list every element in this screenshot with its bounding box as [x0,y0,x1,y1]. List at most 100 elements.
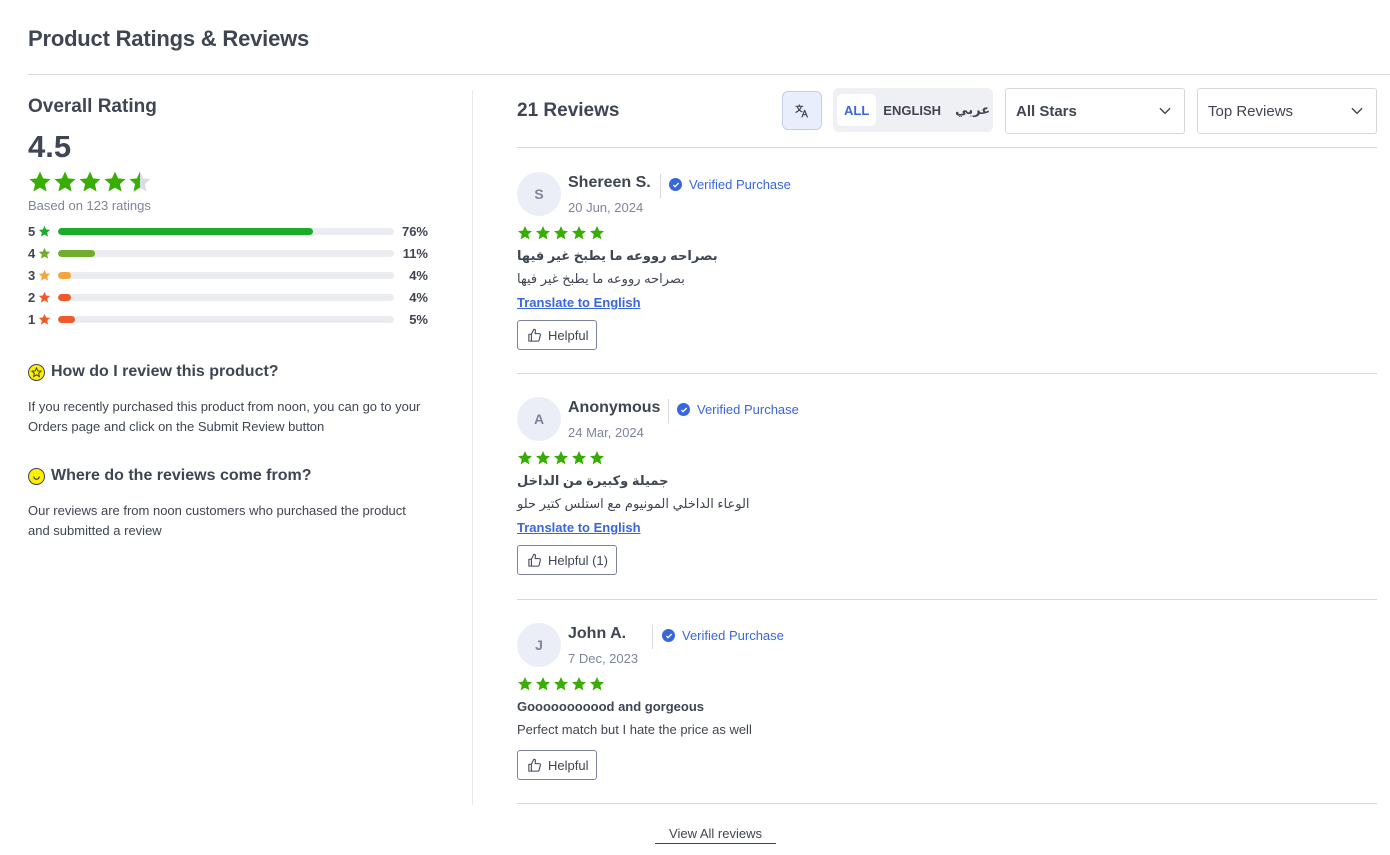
distribution-row-1[interactable]: 1 5% [28,308,438,330]
star-icon [554,451,568,465]
divider [517,803,1377,804]
star-icon [79,171,101,192]
star-icon [104,171,126,192]
distribution-percent: 4% [409,267,428,283]
distribution-bar-fill [58,227,314,235]
helpful-label: Helpful [548,327,589,343]
divider [517,373,1377,374]
distribution-bar-fill [58,315,75,323]
verified-label: Verified Purchase [689,177,791,192]
star-face-icon [28,363,45,381]
helpful-button[interactable]: Helpful [517,320,598,350]
faq-question: How do I review this product? [51,363,279,380]
star-icon [518,451,532,465]
star-icon [38,224,58,238]
star-icon [38,312,58,326]
distribution-row-5[interactable]: 5 76% [28,220,438,242]
verified-purchase-badge: Verified Purchase [669,177,791,192]
translate-toggle-button[interactable] [782,91,822,130]
language-filter: ALL ENGLISH عربي [833,88,993,132]
distribution-bar [58,227,394,235]
distribution-row-2[interactable]: 2 4% [28,286,438,308]
helpful-label: Helpful [548,757,589,773]
rating-distribution: 5 76% 4 11% 3 4% 2 4% 1 5% [28,220,438,330]
faq-question: Where do the reviews come from? [51,467,312,484]
review-date: 24 Mar, 2024 [568,425,644,440]
distribution-row-4[interactable]: 4 11% [28,242,438,264]
thumbs-up-icon [528,328,541,342]
chevron-down-icon [1351,107,1363,115]
avatar: J [517,623,561,667]
overall-score: 4.5 [28,129,72,164]
star-icon [536,226,550,240]
distribution-bar [58,293,394,301]
verified-purchase-badge: Verified Purchase [662,628,784,643]
divider [660,174,661,198]
star-icon [572,677,586,691]
review-author: John A. [568,625,627,642]
star-icon [518,677,532,691]
view-all-reviews-link[interactable]: View All reviews [655,826,776,844]
overall-stars [28,170,438,194]
translate-link[interactable]: Translate to English [517,520,641,535]
smiley-icon [28,467,45,485]
review-body: الوعاء الداخلي المونيوم مع استلس كتير حل… [517,496,750,511]
overall-rating-panel: Overall Rating 4.5 Based on 123 ratings … [28,96,438,541]
translate-icon [795,103,808,118]
language-english-tab[interactable]: ENGLISH [876,94,948,126]
star-icon [572,226,586,240]
review-title: جميلة وكبيرة من الداخل [517,473,669,488]
distribution-bar-fill [58,271,72,279]
review-card: A Anonymous Verified Purchase 24 Mar, 20… [517,397,1377,597]
distribution-bar-fill [58,293,72,301]
verified-label: Verified Purchase [697,402,799,417]
verified-purchase-badge: Verified Purchase [677,402,799,417]
chevron-down-icon [1159,107,1171,115]
review-body: بصراحه رووعه ما يطبخ غير فيها [517,271,685,286]
helpful-button[interactable]: Helpful (1) [517,545,617,575]
page-title: Product Ratings & Reviews [28,26,310,51]
distribution-bar [58,315,394,323]
column-divider [472,90,473,805]
star-icon [536,451,550,465]
distribution-star-count: 5 [28,223,36,239]
stars-filter-select[interactable]: All Stars [1005,88,1185,134]
divider [668,399,669,423]
distribution-row-3[interactable]: 3 4% [28,264,438,286]
distribution-bar [58,271,394,279]
star-icon [572,451,586,465]
distribution-star-count: 2 [28,289,36,305]
star-icon [38,268,58,282]
distribution-percent: 76% [401,223,428,239]
check-badge-icon [669,178,682,191]
language-all-tab[interactable]: ALL [837,94,877,126]
check-badge-icon [662,629,675,642]
faq-how-to-review: How do I review this product? If you rec… [28,363,438,437]
reviews-count: 21 Reviews [517,100,620,121]
language-arabic-tab[interactable]: عربي [948,94,997,126]
sort-select[interactable]: Top Reviews [1197,88,1377,134]
review-card: J John A. Verified Purchase 7 Dec, 2023 … [517,623,1377,803]
distribution-percent: 4% [409,289,428,305]
review-title: بصراحه رووعه ما يطبخ غير فيها [517,248,718,263]
thumbs-up-icon [528,553,541,567]
review-stars [517,676,605,692]
review-title: Gooooooooood and gorgeous [517,699,705,714]
star-icon [38,290,58,304]
distribution-percent: 5% [409,311,428,327]
review-stars [517,450,605,466]
ratings-count: Based on 123 ratings [28,198,151,213]
translate-link[interactable]: Translate to English [517,295,641,310]
review-card: S Shereen S. Verified Purchase 20 Jun, 2… [517,172,1377,372]
distribution-star-count: 1 [28,311,36,327]
verified-label: Verified Purchase [682,628,784,643]
star-icon [536,677,550,691]
star-icon [554,677,568,691]
overall-rating-heading: Overall Rating [28,96,157,117]
review-date: 7 Dec, 2023 [568,651,639,666]
star-icon [590,226,604,240]
helpful-button[interactable]: Helpful [517,750,598,780]
check-badge-icon [677,403,690,416]
distribution-bar [58,249,394,257]
divider [517,147,1377,148]
